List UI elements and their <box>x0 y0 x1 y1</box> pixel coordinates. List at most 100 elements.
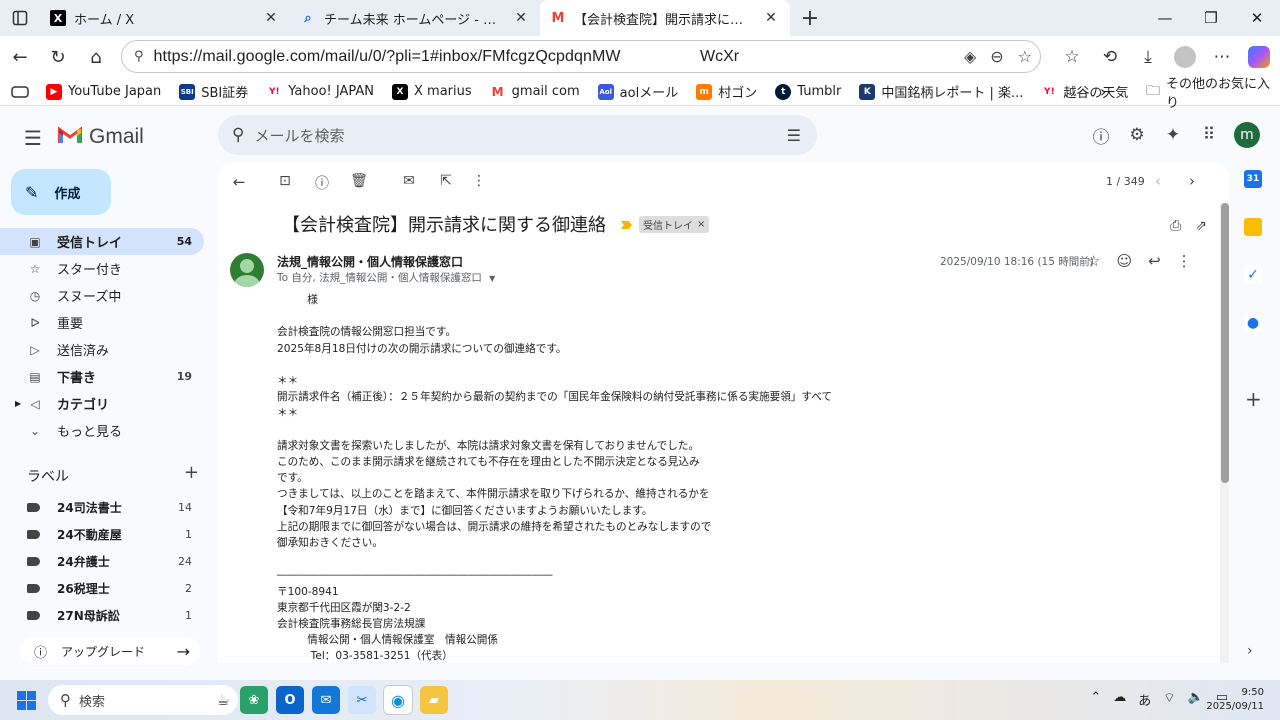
expand-arrow-icon[interactable]: ▶ <box>15 399 21 408</box>
more-options-icon[interactable]: ⋮ <box>470 173 488 189</box>
sidebar-label-item[interactable]: 24弁護士 24 <box>0 548 208 575</box>
remove-label-icon[interactable]: × <box>697 219 705 230</box>
restore-icon[interactable]: ❐ <box>1188 0 1234 36</box>
browser-tab-x-home[interactable]: X ホーム / X ✕ <box>40 0 290 36</box>
print-icon[interactable]: ⎙ <box>1170 218 1181 234</box>
home-icon[interactable]: ⌂ <box>77 38 115 76</box>
sidebar-label-item[interactable]: 27N母訴訟 1 <box>0 602 208 629</box>
sender-name[interactable]: 法規_情報公開・個人情報保護窓口 <box>277 253 463 270</box>
bookmark-sbi[interactable]: SBI SBI証券 <box>170 82 257 101</box>
upgrade-button[interactable]: ⓘ アップグレード → <box>20 637 200 665</box>
next-page-icon[interactable]: › <box>1189 172 1195 190</box>
mark-unread-icon[interactable]: ✉ <box>400 173 418 189</box>
other-favorites-folder[interactable]: 🗀 その他のお気に入り <box>1146 73 1280 111</box>
chevron-right-icon[interactable]: › <box>1100 82 1106 101</box>
sidebar-item-sent[interactable]: ▷ 送信済み <box>0 336 204 363</box>
minimize-icon[interactable]: — <box>1142 0 1188 36</box>
taskbar-clock[interactable]: 9:50 2025/09/11 <box>1206 686 1264 714</box>
close-tab-icon[interactable]: ✕ <box>762 10 780 26</box>
bookmark-tumblr[interactable]: t Tumblr <box>766 83 850 100</box>
add-label-icon[interactable]: + <box>184 464 199 486</box>
gemini-sparkle-icon[interactable]: ✦ <box>1162 125 1184 145</box>
help-icon[interactable]: ⓘ <box>1090 123 1112 148</box>
apps-grid-icon[interactable]: ⠿ <box>1198 125 1220 145</box>
account-avatar[interactable]: m <box>1234 122 1260 148</box>
outlook-icon[interactable]: O <box>276 686 304 714</box>
mail-search-bar[interactable]: ⚲ メールを検索 ☰ <box>218 115 817 155</box>
bookmark-yahoo[interactable]: Y! Yahoo! JAPAN <box>257 83 383 100</box>
bookmark-weather[interactable]: Y! 越谷の天気 <box>1032 82 1137 101</box>
favorite-star-icon[interactable]: ☆ <box>1018 47 1032 66</box>
delete-icon[interactable]: 🗑 <box>350 173 368 189</box>
file-explorer-icon[interactable]: ▰ <box>420 686 448 714</box>
sidebar-item-snoozed[interactable]: ◷ スヌーズ中 <box>0 282 204 309</box>
site-info-icon[interactable]: ⚲ <box>134 49 144 64</box>
bookmarks-menu-icon[interactable] <box>0 85 37 98</box>
address-bar[interactable]: ⚲ https://mail.google.com/mail/u/0/?pli=… <box>121 40 1041 73</box>
volume-icon[interactable]: 🔈 <box>1188 690 1204 709</box>
bookmark-aol[interactable]: Aol aolメール <box>589 82 688 101</box>
sidebar-item-drafts[interactable]: ▤ 下書き 19 <box>0 363 204 390</box>
star-icon[interactable]: ☆ <box>1087 252 1100 270</box>
importance-marker-icon[interactable] <box>621 221 632 229</box>
expand-side-panel-icon[interactable]: › <box>1247 643 1253 659</box>
browser-tab-gmail[interactable]: M 【会計検査院】開示請求に関する御連絡 ✕ <box>540 0 790 36</box>
more-vert-icon[interactable]: ⋮ <box>1177 252 1192 270</box>
open-new-window-icon[interactable]: ⇗ <box>1195 218 1207 234</box>
back-arrow-icon[interactable]: ← <box>1 38 39 76</box>
sidebar-item-categories[interactable]: ▶ ◁ カテゴリ <box>0 390 204 417</box>
compose-button[interactable]: ✎ 作成 <box>11 169 111 215</box>
snipping-tool-icon[interactable]: ✂ <box>348 686 376 714</box>
sidebar-item-important[interactable]: ᐅ 重要 <box>0 309 204 336</box>
add-addon-icon[interactable]: + <box>1245 387 1262 411</box>
history-icon[interactable]: ⟲ <box>1098 47 1122 67</box>
taskbar-search[interactable]: ⚲ 検索 ☕ <box>48 685 238 715</box>
tab-actions-icon[interactable] <box>0 0 40 36</box>
report-spam-icon[interactable]: ⓘ <box>313 173 331 193</box>
settings-gear-icon[interactable]: ⚙ <box>1126 125 1148 145</box>
main-menu-icon[interactable]: ☰ <box>24 126 42 150</box>
bookmark-gmail[interactable]: Mgmail com <box>481 83 589 100</box>
search-icon[interactable]: ⚲ <box>232 125 244 145</box>
emoji-reaction-icon[interactable]: ☺ <box>1116 252 1132 270</box>
cloud-icon[interactable]: ☁ <box>1113 690 1126 709</box>
close-window-icon[interactable]: ✕ <box>1234 0 1280 36</box>
keep-icon[interactable] <box>1244 218 1262 236</box>
sidebar-label-item[interactable]: 26税理士 2 <box>0 575 208 602</box>
calendar-icon[interactable]: 31 <box>1244 170 1262 188</box>
widgets-icon[interactable]: ❀ <box>240 686 268 714</box>
more-menu-icon[interactable]: ⋯ <box>1210 47 1234 67</box>
bookmark-muragon[interactable]: m 村ゴン <box>687 82 766 101</box>
tasks-icon[interactable]: ✓ <box>1244 266 1262 284</box>
reload-icon[interactable]: ↻ <box>39 38 77 76</box>
favorites-icon[interactable]: ☆ <box>1060 47 1084 67</box>
move-to-icon[interactable]: ⇱ <box>437 173 455 189</box>
browser-tab-search[interactable]: ⌕ チーム未来 ホームページ - 検索 ✕ <box>290 0 540 36</box>
close-tab-icon[interactable]: ✕ <box>262 10 280 26</box>
show-hidden-icons[interactable]: ⌃ <box>1090 690 1101 709</box>
close-tab-icon[interactable]: ✕ <box>512 10 530 26</box>
bookmark-youtube[interactable]: ▶ YouTube Japan <box>37 83 170 100</box>
sidebar-label-item[interactable]: 24司法書士 14 <box>0 494 208 521</box>
show-details-icon[interactable]: ▼ <box>489 274 495 283</box>
windows-start-icon[interactable] <box>17 691 36 710</box>
wifi-icon[interactable]: ⌔ <box>1163 690 1175 709</box>
outlook-new-icon[interactable]: ✉ <box>312 686 340 714</box>
ime-mode[interactable]: あ <box>1138 690 1151 709</box>
bookmark-x-marius[interactable]: XX marius <box>383 83 481 100</box>
copilot-icon[interactable] <box>1248 46 1270 68</box>
archive-icon[interactable]: ⊡ <box>276 173 294 189</box>
bookmark-china-report[interactable]: K 中国銘柄レポート | 楽... <box>850 82 1032 101</box>
zoom-icon[interactable]: ⊖ <box>990 47 1003 66</box>
sidebar-item-more[interactable]: ⌄ もっと見る <box>0 417 204 444</box>
sidebar-item-inbox[interactable]: ▣ 受信トレイ 54 <box>0 228 204 255</box>
back-to-inbox-icon[interactable]: ← <box>230 173 248 191</box>
sidebar-label-item[interactable]: 24不動産屋 1 <box>0 521 208 548</box>
contacts-icon[interactable]: ● <box>1244 314 1262 332</box>
scrollbar-thumb[interactable] <box>1221 203 1229 483</box>
download-icon[interactable]: ⤓ <box>1136 47 1160 67</box>
sidebar-item-starred[interactable]: ☆ スター付き <box>0 255 204 282</box>
search-input[interactable]: メールを検索 <box>254 125 344 146</box>
prev-page-icon[interactable]: ‹ <box>1155 172 1161 190</box>
gmail-logo[interactable]: Gmail <box>57 124 144 150</box>
